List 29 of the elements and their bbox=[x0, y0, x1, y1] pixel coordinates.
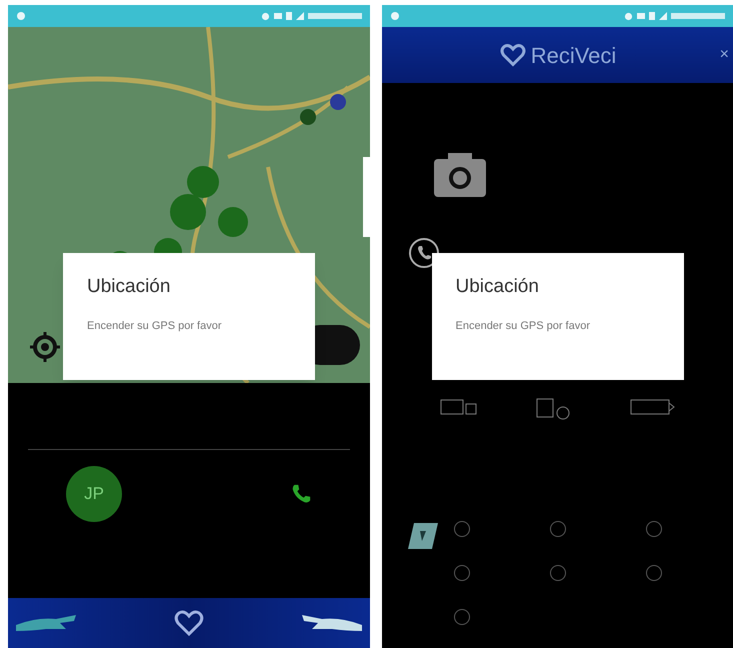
camera-icon[interactable] bbox=[434, 153, 486, 197]
sync-icon bbox=[624, 12, 633, 20]
tag-icon bbox=[408, 521, 438, 551]
notification-icon bbox=[16, 11, 26, 21]
sim-icon bbox=[649, 12, 655, 20]
notification-icon bbox=[390, 11, 400, 21]
checkbox[interactable] bbox=[646, 521, 662, 537]
locate-icon[interactable] bbox=[30, 332, 60, 362]
sync-icon bbox=[261, 12, 270, 20]
checkbox[interactable] bbox=[454, 521, 470, 537]
checkbox[interactable] bbox=[550, 565, 566, 581]
avatar: JP bbox=[66, 466, 122, 522]
sim-icon bbox=[286, 12, 292, 20]
checkbox[interactable] bbox=[646, 565, 662, 581]
close-button[interactable]: × bbox=[720, 43, 729, 67]
heart-icon[interactable] bbox=[174, 609, 204, 637]
dialog-message: Encender su GPS por favor bbox=[87, 318, 223, 334]
phone-icon[interactable] bbox=[290, 483, 312, 505]
checkbox[interactable] bbox=[550, 521, 566, 537]
checkbox[interactable] bbox=[454, 609, 470, 625]
message-icon bbox=[274, 13, 282, 19]
dialog-title: Ubicación bbox=[87, 275, 172, 299]
phone-icon[interactable] bbox=[408, 237, 440, 269]
dialog-title: Ubicación bbox=[456, 275, 540, 299]
heart-logo-icon bbox=[498, 43, 527, 67]
message-icon bbox=[637, 13, 645, 19]
app-title: ReciVeci bbox=[530, 42, 616, 70]
checkbox[interactable] bbox=[454, 565, 470, 581]
dialog-message: Encender su GPS por favor bbox=[456, 318, 592, 334]
